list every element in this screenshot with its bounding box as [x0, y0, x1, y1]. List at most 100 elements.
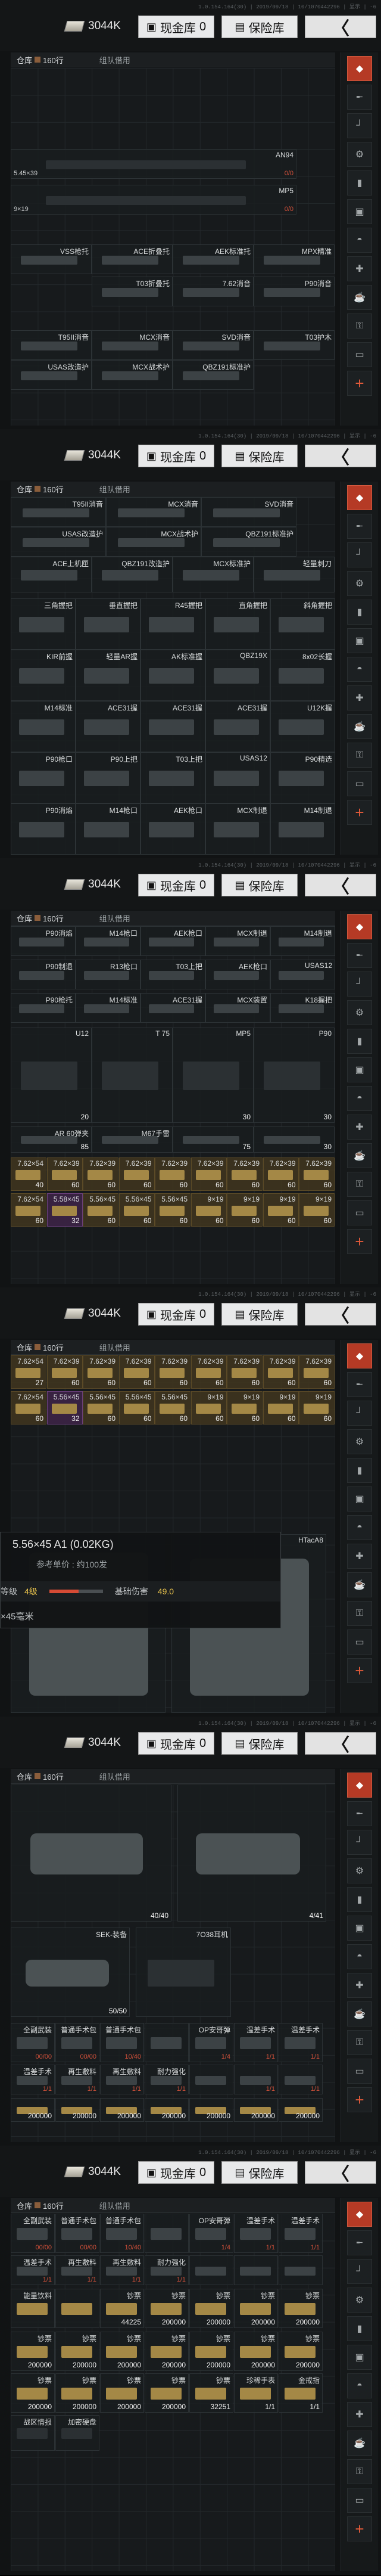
inventory-item[interactable]: 钞票 200000: [145, 2289, 189, 2328]
helmet-icon[interactable]: ◓: [347, 1515, 372, 1540]
inventory-item[interactable]: 普通手术包 00/00: [55, 2023, 99, 2062]
inventory-item[interactable]: 7O38耳机: [136, 1928, 231, 2017]
inventory-item[interactable]: T03上把: [140, 960, 205, 989]
tab-team[interactable]: 组队借用: [93, 2200, 136, 2211]
key-icon[interactable]: ⚿: [347, 314, 372, 339]
inventory-item[interactable]: R13枪口: [76, 960, 140, 989]
inventory-item[interactable]: ACE31握: [205, 701, 270, 752]
inventory-item[interactable]: AEK枪口: [140, 926, 205, 956]
tab-team[interactable]: 组队借用: [93, 913, 136, 924]
ammo-icon[interactable]: ▮: [347, 170, 372, 195]
inventory-item[interactable]: MCX消音: [106, 497, 201, 527]
safe-vault-button[interactable]: ▤ 保险库: [221, 15, 298, 38]
inventory-item[interactable]: USAS12: [205, 752, 270, 803]
inventory-item[interactable]: 7.62×39 60: [227, 1157, 263, 1191]
inventory-item[interactable]: K18握把: [270, 993, 335, 1023]
inventory-item[interactable]: 再生敷料 1/1: [55, 2065, 99, 2094]
inventory-item[interactable]: 温差手术 1/1: [279, 2023, 323, 2062]
inventory-item[interactable]: 7.62×39 60: [83, 1157, 118, 1191]
inventory-item[interactable]: 9×19 60: [263, 1391, 299, 1424]
inventory-item[interactable]: T 75: [92, 1028, 173, 1123]
inventory-item[interactable]: 7.62×54 60: [11, 1193, 46, 1227]
inventory-item[interactable]: QBZ191标准护: [173, 360, 254, 390]
tab-warehouse[interactable]: 仓库 160行: [11, 2200, 70, 2211]
inventory-item[interactable]: USAS12: [270, 960, 335, 989]
tab-warehouse[interactable]: 仓库 160行: [11, 483, 70, 495]
cash-vault-button[interactable]: ▣ 现金库 0: [138, 2161, 214, 2184]
inventory-item[interactable]: 温差手术 1/1: [11, 2255, 55, 2285]
inventory-item[interactable]: P90消焰: [11, 926, 76, 956]
inventory-item[interactable]: 钞票 200000: [189, 2332, 233, 2371]
inventory-item[interactable]: USAS改造护: [11, 360, 92, 390]
inventory-item[interactable]: 7.62消音: [173, 277, 254, 306]
inventory-item[interactable]: 9×19 60: [227, 1391, 263, 1424]
inventory-item[interactable]: [279, 2255, 323, 2285]
med-icon[interactable]: ✚: [347, 685, 372, 710]
key-icon[interactable]: ⚿: [347, 1601, 372, 1626]
inventory-item[interactable]: M14标准: [76, 993, 140, 1023]
inventory-item[interactable]: QBZ191标准护: [201, 527, 296, 557]
inventory-item[interactable]: ACE折叠托: [92, 244, 173, 274]
inventory-item[interactable]: SEK-装备 50/50: [11, 1928, 130, 2017]
inventory-item[interactable]: USAS改造护: [11, 527, 106, 557]
attachment-icon[interactable]: ⚙: [347, 142, 372, 167]
inventory-item[interactable]: 200000: [279, 2098, 323, 2122]
inventory-item[interactable]: M14枪口: [76, 926, 140, 956]
key-icon[interactable]: ⚿: [347, 743, 372, 768]
cash-vault-button[interactable]: ▣ 现金库 0: [138, 445, 214, 467]
inventory-item[interactable]: QBZ191改造护: [92, 557, 173, 592]
inventory-item[interactable]: M14枪口: [76, 803, 140, 855]
case-icon[interactable]: ▭: [347, 771, 372, 796]
inventory-item[interactable]: 9×19 60: [227, 1193, 263, 1227]
safe-vault-button[interactable]: ▤ 保险库: [221, 874, 298, 896]
tab-team[interactable]: 组队借用: [93, 54, 136, 66]
food-icon[interactable]: ☕: [347, 1572, 372, 1597]
inventory-item[interactable]: 7.62×39 60: [299, 1157, 335, 1191]
backpack-icon[interactable]: ◆: [347, 485, 372, 510]
back-button[interactable]: 〈: [305, 1303, 376, 1326]
inventory-item[interactable]: AN94 5.45×39 0/0: [11, 149, 296, 179]
rifle-icon[interactable]: ╾: [347, 1372, 372, 1397]
inventory-item[interactable]: 钞票 44225: [100, 2289, 144, 2328]
pistol-icon[interactable]: ┘: [347, 542, 372, 567]
inventory-item[interactable]: 200000: [100, 2098, 144, 2122]
rifle-icon[interactable]: ╾: [347, 1801, 372, 1826]
ammo-icon[interactable]: ▮: [347, 2316, 372, 2341]
inventory-item[interactable]: 7.62×54 40: [11, 1157, 46, 1191]
backpack-icon[interactable]: ◆: [347, 2202, 372, 2227]
food-icon[interactable]: ☕: [347, 714, 372, 739]
inventory-item[interactable]: 普通手术包 00/00: [55, 2214, 99, 2253]
inventory-item[interactable]: P90 30: [254, 1028, 335, 1123]
inventory-item[interactable]: 钞票 200000: [279, 2332, 323, 2371]
food-icon[interactable]: ☕: [347, 285, 372, 310]
cash-vault-button[interactable]: ▣ 现金库 0: [138, 1303, 214, 1326]
armor-icon[interactable]: ▣: [347, 199, 372, 224]
inventory-item[interactable]: T95II消音: [11, 497, 106, 527]
inventory-item[interactable]: 75: [173, 1126, 254, 1153]
storage-grid[interactable]: 40/40 4/41 SEK-装备 50/50 7O38耳机 全副武装 00/00 普通手术包…: [11, 1784, 335, 2142]
inventory-item[interactable]: [145, 2214, 189, 2253]
inventory-item[interactable]: 能量饮料: [11, 2289, 55, 2328]
inventory-item[interactable]: 全副武装 00/00: [11, 2214, 55, 2253]
backpack-icon[interactable]: ◆: [347, 1343, 372, 1368]
storage-grid[interactable]: P90消焰 M14枪口 AEK枪口 MCX制退 M14制退 P90制退 R13枪口 T03上把…: [11, 926, 335, 1284]
safe-vault-button[interactable]: ▤ 保险库: [221, 2161, 298, 2184]
inventory-item[interactable]: ACE31握: [140, 701, 205, 752]
inventory-item[interactable]: 加密硬盘: [55, 2415, 99, 2451]
inventory-item[interactable]: 5.56×45 60: [155, 1391, 190, 1424]
inventory-item[interactable]: 7.62×39 60: [263, 1355, 299, 1389]
inventory-item[interactable]: AEK枪口: [140, 803, 205, 855]
inventory-item[interactable]: 5.56×45 60: [118, 1193, 155, 1227]
inventory-item[interactable]: ACE31握: [76, 701, 140, 752]
safe-vault-button[interactable]: ▤ 保险库: [221, 1303, 298, 1326]
inventory-item[interactable]: 7.62×39 60: [118, 1355, 155, 1389]
inventory-item[interactable]: M14标准: [11, 701, 76, 752]
inventory-item[interactable]: 钞票 200000: [234, 2332, 278, 2371]
pistol-icon[interactable]: ┘: [347, 113, 372, 138]
back-button[interactable]: 〈: [305, 1732, 376, 1755]
inventory-item[interactable]: 200000: [145, 2098, 189, 2122]
inventory-item[interactable]: MCX战术护: [106, 527, 201, 557]
add-icon[interactable]: +: [347, 1658, 372, 1683]
inventory-item[interactable]: VSS枪托: [11, 244, 92, 274]
tab-team[interactable]: 组队借用: [93, 483, 136, 495]
